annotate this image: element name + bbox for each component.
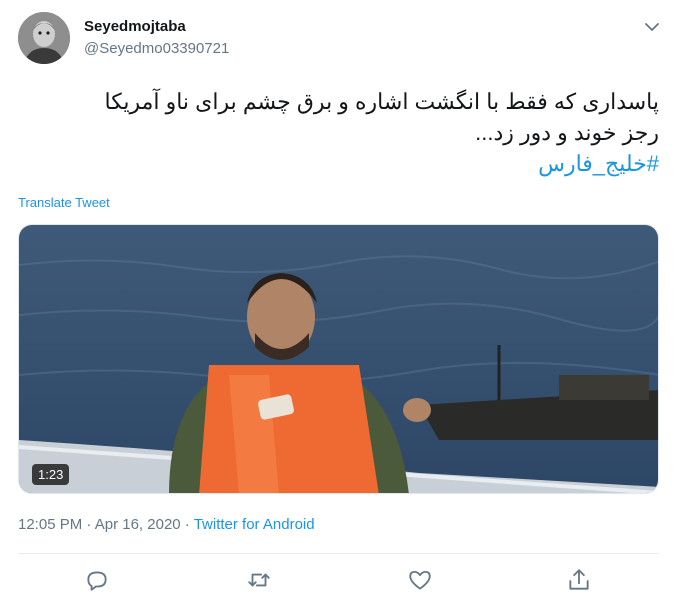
tweet-date[interactable]: Apr 16, 2020 <box>95 516 181 533</box>
avatar[interactable] <box>18 12 70 64</box>
tweet-actions <box>18 567 659 595</box>
author-handle[interactable]: @Seyedmo03390721 <box>84 40 229 57</box>
tweet-time[interactable]: 12:05 PM <box>18 516 82 533</box>
chevron-down-icon[interactable] <box>641 18 663 36</box>
tweet-text-line: پاسداری که فقط با انگشت اشاره و برق چشم … <box>104 89 659 114</box>
author-display-name[interactable]: Seyedmojtaba <box>84 18 186 35</box>
video-duration-badge: 1:23 <box>32 464 70 485</box>
tweet-meta: 12:05 PM · Apr 16, 2020 · Twitter for An… <box>18 516 315 533</box>
translate-tweet-link[interactable]: Translate Tweet <box>18 195 110 210</box>
share-icon[interactable] <box>566 567 592 593</box>
reply-icon[interactable] <box>84 567 110 593</box>
retweet-icon[interactable] <box>246 567 272 593</box>
hashtag-link[interactable]: #خلیج_فارس <box>18 148 659 179</box>
tweet-text: پاسداری که فقط با انگشت اشاره و برق چشم … <box>18 86 659 179</box>
meta-separator: · <box>180 516 194 533</box>
tweet-source-link[interactable]: Twitter for Android <box>194 516 315 533</box>
meta-separator: · <box>82 516 95 533</box>
divider <box>18 553 659 554</box>
tweet-text-line: رجز خوند و دور زد... <box>475 120 659 145</box>
heart-icon[interactable] <box>407 567 433 593</box>
video-player[interactable]: 1:23 <box>18 224 659 494</box>
